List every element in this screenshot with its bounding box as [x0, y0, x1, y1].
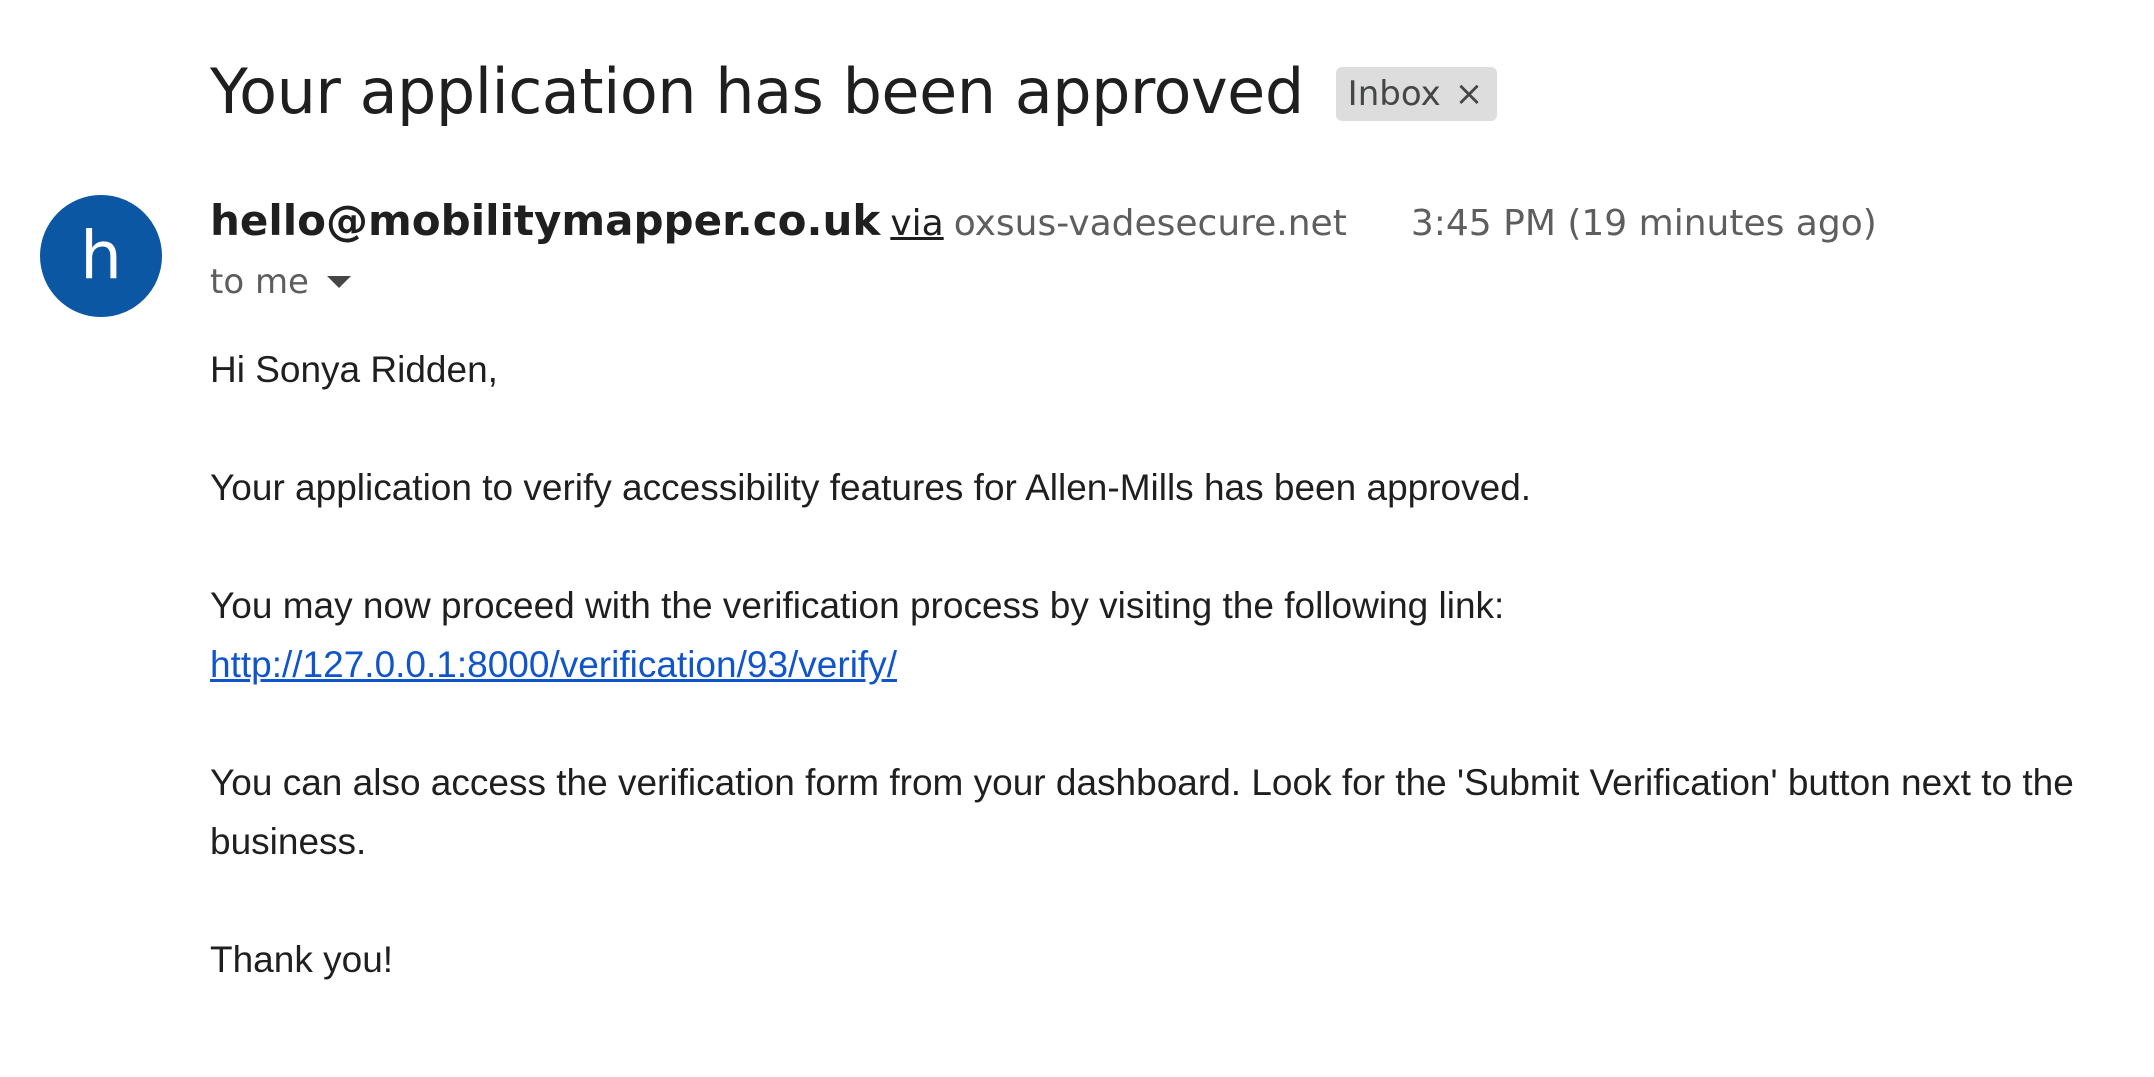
email-paragraph-approval: Your application to verify accessibility… [210, 467, 1532, 508]
email-view: Your application has been approved Inbox… [0, 0, 2154, 1077]
subject-row: Your application has been approved Inbox… [210, 48, 1498, 136]
remove-label-icon[interactable]: × [1455, 77, 1484, 111]
recipient-row: to me [210, 262, 351, 302]
via-domain: oxsus-vadesecure.net [953, 203, 1347, 244]
label-chip-inbox[interactable]: Inbox × [1335, 67, 1498, 121]
sender-email[interactable]: hello@mobilitymapper.co.uk [210, 196, 880, 245]
email-body: Hi Sonya Ridden, Your application to ver… [210, 340, 2130, 1048]
email-paragraph-link: You may now proceed with the verificatio… [210, 576, 2130, 694]
email-paragraph-dashboard: You can also access the verification for… [210, 762, 2074, 862]
caret-down-icon[interactable] [326, 276, 351, 288]
via-link[interactable]: via [890, 203, 943, 244]
email-closing: Thank you! [210, 939, 394, 980]
email-greeting: Hi Sonya Ridden, [210, 349, 498, 390]
email-subject: Your application has been approved [210, 55, 1304, 128]
sender-row: hello@mobilitymapper.co.uk via oxsus-vad… [210, 196, 1877, 245]
verification-link[interactable]: http://127.0.0.1:8000/verification/93/ve… [210, 644, 897, 685]
recipient-label: to me [210, 262, 309, 302]
avatar-letter: h [80, 217, 122, 294]
email-timestamp: 3:45 PM (19 minutes ago) [1410, 203, 1877, 244]
link-intro-text: You may now proceed with the verificatio… [210, 585, 1505, 626]
label-chip-name: Inbox [1347, 74, 1441, 114]
sender-avatar[interactable]: h [40, 195, 162, 317]
